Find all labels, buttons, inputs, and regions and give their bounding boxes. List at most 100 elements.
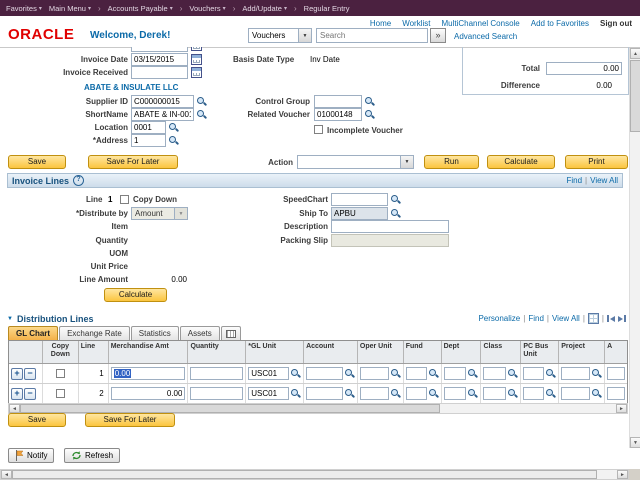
fund-lookup-icon[interactable] (428, 388, 439, 399)
sign-out-link[interactable]: Sign out (600, 19, 632, 28)
project-lookup-icon[interactable] (591, 388, 602, 399)
control-group-lookup-icon[interactable] (364, 96, 375, 107)
related-voucher-input[interactable] (314, 108, 362, 121)
dept-lookup-icon[interactable] (467, 388, 478, 399)
description-input[interactable] (331, 220, 449, 233)
save-for-later-button[interactable]: Save For Later (88, 155, 178, 169)
breadcrumb-regular-entry[interactable]: Regular Entry (304, 4, 350, 13)
merchandise-amt-input[interactable] (110, 387, 186, 400)
oper-unit-lookup-icon[interactable] (390, 368, 401, 379)
horizontal-scrollbar-thumb[interactable] (12, 470, 597, 479)
scroll-left-arrow-icon[interactable]: ◄ (9, 404, 20, 413)
breadcrumb-favorites[interactable]: Favorites ▾ (6, 4, 42, 13)
address-lookup-icon[interactable] (168, 135, 179, 146)
clipped-field-input[interactable] (131, 47, 188, 52)
tab-gl-chart[interactable]: GL Chart (8, 326, 59, 341)
print-button[interactable]: Print (565, 155, 628, 169)
find-link[interactable]: Find (566, 176, 582, 185)
personalize-link[interactable]: Personalize (478, 314, 520, 323)
gl-unit-lookup-icon[interactable] (290, 368, 301, 379)
vertical-scrollbar-thumb[interactable] (630, 60, 640, 132)
total-input[interactable] (546, 62, 622, 75)
pc-bus-unit-input[interactable] (523, 367, 545, 380)
speedchart-input[interactable] (331, 193, 388, 206)
account-input[interactable] (306, 387, 343, 400)
scroll-left-arrow-icon[interactable]: ◄ (1, 470, 12, 479)
ship-to-input[interactable] (331, 207, 388, 220)
invoice-date-input[interactable] (131, 53, 188, 66)
location-lookup-icon[interactable] (168, 122, 179, 133)
save-button-bottom[interactable]: Save (8, 413, 66, 427)
shortname-input[interactable] (131, 108, 194, 121)
supplier-id-lookup-icon[interactable] (196, 96, 207, 107)
link-home[interactable]: Home (370, 19, 391, 28)
page-vertical-scrollbar[interactable]: ▲ ▼ (629, 48, 640, 448)
ship-to-lookup-icon[interactable] (390, 208, 401, 219)
merchandise-amt-input[interactable]: 0.00 (110, 367, 186, 380)
supplier-id-input[interactable] (131, 95, 194, 108)
last-row-icon[interactable] (618, 315, 626, 322)
class-input[interactable] (483, 367, 507, 380)
calendar-icon[interactable] (191, 54, 202, 65)
line-calculate-button[interactable]: Calculate (104, 288, 167, 302)
pc-bus-unit-lookup-icon[interactable] (545, 388, 556, 399)
invoice-received-input[interactable] (131, 66, 188, 79)
gl-unit-input[interactable] (248, 387, 290, 400)
distribute-by-select[interactable]: Amount ▼ (131, 207, 188, 220)
oper-unit-input[interactable] (359, 387, 389, 400)
project-input[interactable] (561, 387, 591, 400)
link-worklist[interactable]: Worklist (402, 19, 430, 28)
incomplete-voucher-checkbox[interactable] (314, 125, 323, 134)
project-input[interactable] (561, 367, 591, 380)
calendar-icon[interactable] (191, 67, 202, 78)
account-lookup-icon[interactable] (344, 388, 355, 399)
dept-input[interactable] (443, 367, 467, 380)
search-input[interactable] (316, 28, 428, 43)
show-all-columns-tab[interactable] (220, 326, 241, 341)
save-button[interactable]: Save (8, 155, 66, 169)
add-row-button[interactable]: + (11, 367, 23, 380)
delete-row-button[interactable]: − (24, 387, 36, 400)
first-row-icon[interactable] (607, 315, 615, 322)
notify-button[interactable]: Notify (8, 448, 55, 463)
scroll-right-arrow-icon[interactable]: ► (617, 470, 628, 479)
grid-scrollbar-thumb[interactable] (20, 404, 440, 413)
search-scope-select[interactable]: Vouchers ▼ (248, 28, 312, 43)
page-horizontal-scrollbar[interactable]: ◄ ► (0, 469, 629, 480)
breadcrumb-main-menu[interactable]: Main Menu ▾ (49, 4, 91, 13)
scroll-down-arrow-icon[interactable]: ▼ (630, 437, 640, 448)
account-input[interactable] (306, 367, 343, 380)
account-lookup-icon[interactable] (344, 368, 355, 379)
tab-exchange-rate[interactable]: Exchange Rate (59, 326, 130, 341)
dist-find-link[interactable]: Find (528, 314, 544, 323)
quantity-input[interactable] (190, 367, 244, 380)
grid-scrollbar-track[interactable] (440, 404, 616, 413)
breadcrumb-vouchers[interactable]: Vouchers ▾ (189, 4, 225, 13)
fund-input[interactable] (405, 367, 427, 380)
download-grid-icon[interactable] (587, 313, 599, 324)
dept-lookup-icon[interactable] (467, 368, 478, 379)
quantity-input[interactable] (190, 387, 244, 400)
collapse-triangle-icon[interactable]: ▼ (7, 316, 13, 322)
calendar-icon[interactable] (191, 47, 202, 51)
class-lookup-icon[interactable] (507, 368, 518, 379)
clipped-input[interactable] (607, 387, 626, 400)
fund-lookup-icon[interactable] (428, 368, 439, 379)
dist-view-all-link[interactable]: View All (552, 314, 580, 323)
related-voucher-lookup-icon[interactable] (364, 109, 375, 120)
oper-unit-lookup-icon[interactable] (390, 388, 401, 399)
speedchart-lookup-icon[interactable] (390, 194, 401, 205)
link-multichannel-console[interactable]: MultiChannel Console (441, 19, 519, 28)
link-add-to-favorites[interactable]: Add to Favorites (531, 19, 589, 28)
supplier-name-link[interactable]: ABATE & INSULATE LLC (84, 83, 178, 92)
help-icon[interactable]: ? (73, 175, 85, 186)
project-lookup-icon[interactable] (591, 368, 602, 379)
search-go-button[interactable]: » (430, 28, 446, 43)
run-button[interactable]: Run (424, 155, 479, 169)
shortname-lookup-icon[interactable] (196, 109, 207, 120)
action-select[interactable]: ▼ (297, 155, 414, 169)
copy-down-checkbox[interactable] (120, 195, 129, 204)
add-row-button[interactable]: + (11, 387, 23, 400)
dept-input[interactable] (443, 387, 467, 400)
gl-unit-lookup-icon[interactable] (290, 388, 301, 399)
